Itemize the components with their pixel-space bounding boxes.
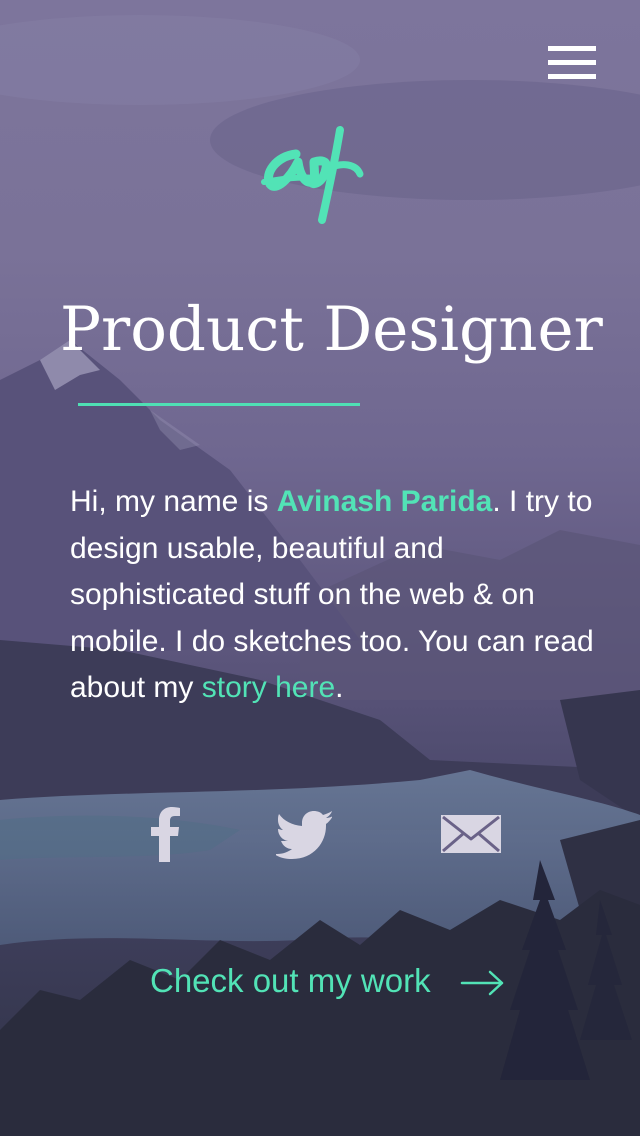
cta-label: Check out my work bbox=[150, 962, 431, 999]
landing-screen: Product Designer Hi, my name is Avinash … bbox=[0, 0, 640, 1136]
menu-bar-middle bbox=[548, 60, 596, 65]
menu-bar-bottom bbox=[548, 74, 596, 79]
page-title: Product Designer bbox=[60, 294, 603, 365]
hamburger-menu-button[interactable] bbox=[544, 44, 600, 84]
facebook-icon[interactable] bbox=[146, 806, 182, 862]
arrow-right-icon bbox=[460, 970, 504, 996]
check-out-work-link[interactable]: Check out my work bbox=[150, 957, 510, 1005]
email-icon[interactable] bbox=[440, 806, 502, 862]
ap-monogram-logo[interactable] bbox=[256, 124, 368, 228]
intro-paragraph: Hi, my name is Avinash Parida. I try to … bbox=[70, 479, 620, 712]
twitter-icon[interactable] bbox=[276, 806, 332, 862]
menu-bar-top bbox=[548, 46, 596, 51]
author-name: Avinash Parida bbox=[276, 485, 493, 518]
intro-text-start: Hi, my name is bbox=[70, 485, 277, 518]
story-link[interactable]: story here bbox=[202, 671, 335, 704]
intro-text-end: . bbox=[335, 671, 344, 704]
title-divider bbox=[78, 403, 360, 406]
